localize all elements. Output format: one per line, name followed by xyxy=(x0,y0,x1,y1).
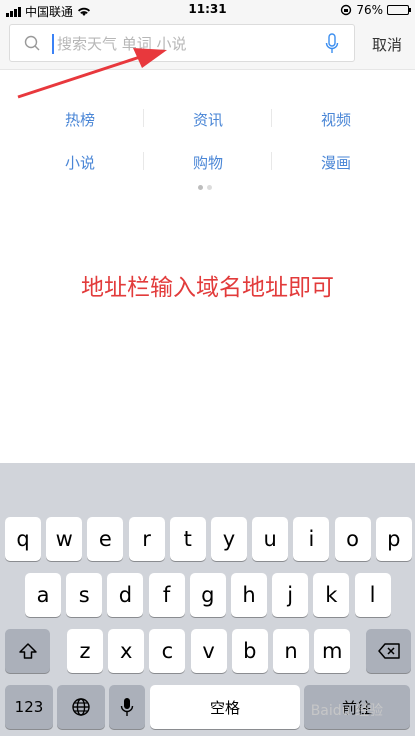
battery-percent: 76% xyxy=(356,3,383,17)
cancel-button[interactable]: 取消 xyxy=(362,34,412,55)
numbers-key[interactable]: 123 xyxy=(5,685,53,729)
key-c[interactable]: c xyxy=(149,629,186,673)
dictation-key[interactable] xyxy=(109,685,145,729)
shift-key[interactable] xyxy=(5,629,50,673)
key-h[interactable]: h xyxy=(231,573,267,617)
key-w[interactable]: w xyxy=(46,517,83,561)
key-i[interactable]: i xyxy=(293,517,330,561)
category-hot-list[interactable]: 热榜 xyxy=(16,109,144,130)
key-l[interactable]: l xyxy=(354,573,391,617)
text-caret xyxy=(52,34,54,54)
space-key[interactable]: 空格 xyxy=(150,685,300,729)
globe-key[interactable] xyxy=(57,685,105,729)
key-k[interactable]: k xyxy=(313,573,350,617)
microphone-icon xyxy=(120,698,134,716)
status-right: 76% xyxy=(340,3,411,17)
key-p[interactable]: p xyxy=(375,517,412,561)
annotation-text: 地址栏输入域名地址即可 xyxy=(81,275,334,301)
key-j[interactable]: j xyxy=(272,573,309,617)
baidu-watermark: Baidu 经验 xyxy=(310,703,383,719)
key-v[interactable]: v xyxy=(190,629,227,673)
globe-icon xyxy=(72,698,90,716)
search-header: 取消 xyxy=(0,20,415,70)
keyboard: qwertyuiop asdfghjkl zxcvbnm 123 空格 前往 B… xyxy=(0,463,415,736)
page-dot xyxy=(198,185,203,190)
page-indicator xyxy=(198,185,212,190)
orientation-lock-icon xyxy=(341,4,352,16)
key-m[interactable]: m xyxy=(314,629,351,673)
key-y[interactable]: y xyxy=(211,517,247,561)
key-e[interactable]: e xyxy=(87,517,124,561)
key-d[interactable]: d xyxy=(107,573,144,617)
key-g[interactable]: g xyxy=(189,573,226,617)
key-t[interactable]: t xyxy=(169,517,206,561)
category-shopping[interactable]: 购物 xyxy=(144,152,272,173)
key-o[interactable]: o xyxy=(334,517,371,561)
key-u[interactable]: u xyxy=(252,517,289,561)
key-r[interactable]: r xyxy=(128,517,165,561)
key-z[interactable]: z xyxy=(67,629,103,673)
key-s[interactable]: s xyxy=(66,573,103,617)
category-row: 热榜 资讯 视频 xyxy=(16,98,400,141)
key-b[interactable]: b xyxy=(231,629,268,673)
page-dot xyxy=(207,185,212,190)
search-box[interactable] xyxy=(9,24,355,62)
shift-icon xyxy=(18,643,37,659)
category-comics[interactable]: 漫画 xyxy=(272,152,400,173)
backspace-key[interactable] xyxy=(366,629,411,673)
search-icon xyxy=(24,35,40,51)
battery-icon xyxy=(387,5,411,15)
key-n[interactable]: n xyxy=(273,629,309,673)
microphone-icon[interactable] xyxy=(324,33,340,55)
key-q[interactable]: q xyxy=(5,517,41,561)
search-input[interactable] xyxy=(57,31,312,57)
category-grid: 热榜 资讯 视频 小说 购物 漫画 xyxy=(16,98,400,184)
key-f[interactable]: f xyxy=(148,573,185,617)
category-row: 小说 购物 漫画 xyxy=(16,141,400,184)
key-x[interactable]: x xyxy=(108,629,145,673)
category-novel[interactable]: 小说 xyxy=(16,152,144,173)
key-a[interactable]: a xyxy=(25,573,61,617)
category-video[interactable]: 视频 xyxy=(272,109,400,130)
category-news[interactable]: 资讯 xyxy=(144,109,272,130)
backspace-icon xyxy=(377,643,400,659)
status-bar: 中国联通 11:31 76% xyxy=(0,0,415,20)
